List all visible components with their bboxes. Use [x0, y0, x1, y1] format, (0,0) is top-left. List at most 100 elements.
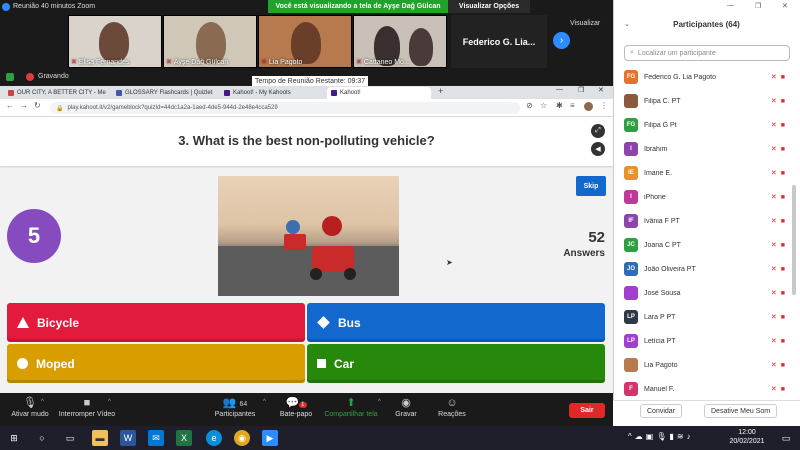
star-icon[interactable]: ☆ [540, 101, 547, 110]
maximize-icon[interactable]: ❐ [578, 86, 584, 94]
participant-row[interactable]: IF Ivânia F PT ✕■ [624, 209, 789, 233]
browser-tab[interactable]: OUR CITY, A BETTER CITY - Me [4, 87, 108, 99]
participant-name: Lara P PT [644, 313, 676, 321]
view-button[interactable]: Visualizar [570, 20, 600, 27]
participant-row[interactable]: IiPhone ✕■ [624, 185, 789, 209]
close-icon[interactable]: ✕ [598, 86, 604, 94]
participant-row[interactable]: LP Letícia PT ✕■ [624, 329, 789, 353]
windows-start-icon[interactable]: ⊞ [6, 430, 22, 446]
chevron-up-icon[interactable]: ^ [628, 432, 635, 441]
video-tile[interactable]: ✕ Elisa Fernandes [68, 15, 162, 68]
participant-status: ✕■ [771, 121, 789, 129]
extension-icon[interactable]: ⊘ [526, 101, 533, 110]
participants-icon: 👥 [222, 397, 237, 409]
lock-icon: 🔒 [56, 105, 64, 112]
network-icon[interactable]: ≋ [677, 432, 687, 441]
participant-row[interactable]: F Manuel F. ✕■ [624, 377, 789, 401]
sound-icon[interactable]: ◀ [591, 142, 605, 156]
answer-option-car[interactable]: Car [307, 344, 605, 383]
participant-row[interactable]: Lia Pagoto ✕■ [624, 353, 789, 377]
video-tile[interactable]: ✕ Ayşe Dağ Gülcan [163, 15, 257, 68]
share-screen-icon: ⬆ [346, 397, 356, 409]
minimize-icon[interactable]: — [727, 2, 734, 9]
skip-button[interactable]: Skip [576, 176, 606, 196]
share-banner: Você está visualizando a tela de Ayşe Da… [268, 0, 448, 13]
minimize-icon[interactable]: — [556, 86, 563, 93]
display-icon[interactable]: ▣ [646, 432, 657, 441]
battery-icon[interactable]: ▮ [669, 432, 676, 441]
answer-option-bicycle[interactable]: Bicycle [7, 303, 305, 342]
file-explorer-icon[interactable]: ▬ [92, 430, 108, 446]
tab-label: Kahoot! [340, 90, 361, 96]
participant-row[interactable]: FG Federico G. Lia Pagoto ✕■ [624, 65, 789, 89]
address-bar[interactable]: 🔒 play.kahoot.it/v2/gameblock?quizId=44d… [50, 102, 520, 114]
participant-row[interactable]: JO João Oliveira PT ✕■ [624, 257, 789, 281]
unmute-me-button[interactable]: Desative Meu Som [704, 404, 778, 418]
video-tile[interactable]: ✕ Cattaneo Mo... [353, 15, 447, 68]
view-options-button[interactable]: Visualizar Opções [448, 0, 530, 13]
browser-tab-active[interactable]: Kahoot! [327, 87, 431, 99]
participant-row[interactable]: José Sousa ✕■ [624, 281, 789, 305]
video-tile[interactable]: ✕ Lia Pagoto [258, 15, 352, 68]
task-view-icon[interactable]: ▭ [62, 430, 78, 446]
window-title: Reunião 40 minutos Zoom [13, 3, 96, 10]
chevron-up-icon[interactable]: ^ [108, 399, 111, 405]
participant-row[interactable]: LP Lara P PT ✕■ [624, 305, 789, 329]
mouse-cursor-icon: ➤ [446, 258, 453, 267]
browser-tab[interactable]: GLOSSARY Flashcards | Quizlet [112, 87, 216, 99]
close-icon[interactable]: ✕ [782, 2, 788, 10]
system-tray[interactable]: ^☁▣🎙▮≋♪ [628, 432, 694, 441]
word-icon[interactable]: W [120, 430, 136, 446]
edge-icon[interactable]: e [206, 430, 222, 446]
shield-icon[interactable] [6, 73, 14, 81]
maximize-icon[interactable]: ❐ [755, 2, 761, 10]
reading-list-icon[interactable]: ≡ [570, 101, 575, 110]
mute-button[interactable]: 🎙 Ativar mudo [0, 396, 60, 418]
mail-icon[interactable]: ✉ [148, 430, 164, 446]
camera-icon: ■ [83, 397, 91, 409]
speaker-name-tile[interactable]: Federico G. Lia... [451, 15, 547, 68]
leave-button[interactable]: Sair [569, 403, 605, 418]
search-icon: ⌕ [630, 49, 634, 56]
search-icon[interactable]: ○ [34, 430, 50, 446]
mic-muted-icon: ✕ [770, 170, 781, 177]
video-off-icon: ■ [780, 74, 789, 81]
puzzle-icon[interactable]: ✱ [556, 101, 563, 110]
zoom-icon[interactable]: ▶ [262, 430, 278, 446]
participant-row[interactable]: I Ibrahim ✕■ [624, 137, 789, 161]
answer-option-moped[interactable]: Moped [7, 344, 305, 383]
participant-search-input[interactable]: ⌕ Localizar um participante [624, 45, 790, 61]
share-screen-button[interactable]: ⬆ Compartilhar tela [321, 396, 381, 418]
scrollbar[interactable] [792, 185, 796, 295]
chat-button[interactable]: 💬 1 Bate-papo [266, 396, 326, 418]
participants-button[interactable]: 👥 64 Participantes [205, 396, 265, 418]
cloud-icon[interactable]: ☁ [635, 432, 646, 441]
forward-icon[interactable]: → [20, 101, 28, 110]
browser-tab-bar: OUR CITY, A BETTER CITY - Me GLOSSARY Fl… [0, 86, 613, 99]
back-icon[interactable]: ← [6, 101, 14, 110]
participant-row[interactable]: Filipa C. PT ✕■ [624, 89, 789, 113]
invite-button[interactable]: Convidar [640, 404, 683, 418]
avatar [624, 358, 638, 372]
participant-row[interactable]: FG Filipa G Pt ✕■ [624, 113, 789, 137]
taskbar-clock[interactable]: 12:00 20/02/2021 [722, 428, 772, 446]
volume-icon[interactable]: ♪ [687, 432, 694, 441]
chevron-right-icon[interactable]: › [553, 32, 570, 49]
participant-name: Lia Pagoto [644, 361, 678, 369]
fullscreen-icon[interactable]: ⤢ [591, 124, 605, 138]
notifications-icon[interactable]: ▭ [778, 430, 794, 446]
menu-icon[interactable]: ⋮ [600, 101, 608, 110]
chevron-up-icon[interactable]: ^ [41, 399, 44, 405]
reload-icon[interactable]: ↻ [34, 101, 41, 110]
avatar[interactable] [584, 102, 593, 111]
microphone-icon[interactable]: 🎙 [656, 432, 669, 441]
stop-video-button[interactable]: ■ Interromper Vídeo [52, 396, 122, 418]
answer-option-bus[interactable]: Bus [307, 303, 605, 342]
excel-icon[interactable]: X [176, 430, 192, 446]
chrome-icon[interactable]: ◉ [234, 430, 250, 446]
new-tab-icon[interactable]: + [438, 86, 443, 96]
reactions-button[interactable]: ☺ Reações [422, 396, 482, 418]
participant-row[interactable]: IE Imane E. ✕■ [624, 161, 789, 185]
participant-row[interactable]: JC Joana C PT ✕■ [624, 233, 789, 257]
browser-tab[interactable]: Kahoot! - My Kahoots [220, 87, 324, 99]
